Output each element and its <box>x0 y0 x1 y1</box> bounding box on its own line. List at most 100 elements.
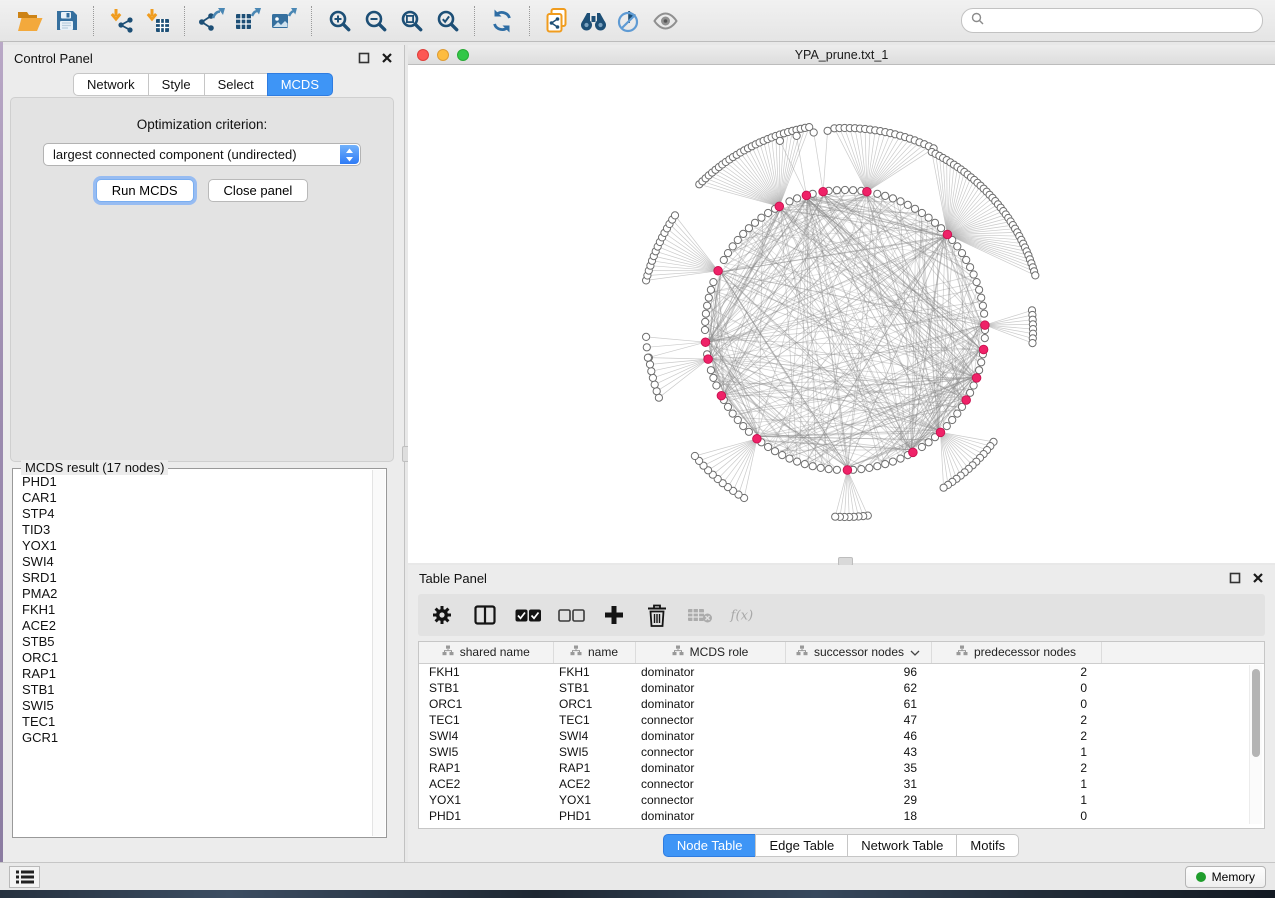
network-node[interactable] <box>771 448 778 455</box>
network-node[interactable] <box>720 256 727 263</box>
network-dominator-node[interactable] <box>972 374 981 383</box>
network-node[interactable] <box>981 310 988 317</box>
network-dominator-node[interactable] <box>843 466 852 475</box>
network-leaf-node[interactable] <box>651 381 658 388</box>
network-node[interactable] <box>786 455 793 462</box>
network-node[interactable] <box>794 195 801 202</box>
network-leaf-node[interactable] <box>643 344 650 351</box>
network-node[interactable] <box>925 439 932 446</box>
network-node[interactable] <box>979 302 986 309</box>
network-node[interactable] <box>705 294 712 301</box>
mcds-result-item[interactable]: ACE2 <box>22 618 372 634</box>
network-leaf-node[interactable] <box>940 484 947 491</box>
table-row[interactable]: ORC1ORC1dominator610 <box>419 696 1264 712</box>
close-table-panel-icon[interactable] <box>1252 572 1264 584</box>
network-node[interactable] <box>701 326 708 333</box>
mcds-result-item[interactable]: STB5 <box>22 634 372 650</box>
network-leaf-node[interactable] <box>649 374 656 381</box>
column-header-name[interactable]: name <box>553 642 635 663</box>
network-node[interactable] <box>729 410 736 417</box>
network-node[interactable] <box>794 458 801 465</box>
table-row[interactable]: FKH1FKH1dominator962 <box>419 663 1264 680</box>
network-node[interactable] <box>850 187 857 194</box>
network-node[interactable] <box>858 466 865 473</box>
network-node[interactable] <box>963 256 970 263</box>
network-node[interactable] <box>978 359 985 366</box>
tab-select[interactable]: Select <box>204 73 268 96</box>
mcds-result-item[interactable]: GCR1 <box>22 730 372 746</box>
column-header-shared-name[interactable]: shared name <box>419 642 553 663</box>
tab-node-table[interactable]: Node Table <box>663 834 757 857</box>
duplicate-network-icon[interactable] <box>539 4 575 38</box>
network-node[interactable] <box>765 209 772 216</box>
network-dominator-node[interactable] <box>981 321 990 330</box>
network-leaf-node[interactable] <box>691 452 698 459</box>
hide-graphics-details-icon[interactable] <box>611 4 647 38</box>
network-leaf-node[interactable] <box>832 513 839 520</box>
table-row[interactable]: YOX1YOX1connector291 <box>419 792 1264 808</box>
mcds-result-item[interactable]: TEC1 <box>22 714 372 730</box>
network-node[interactable] <box>866 464 873 471</box>
table-options-icon[interactable] <box>428 601 456 629</box>
network-node[interactable] <box>779 452 786 459</box>
network-view-canvas[interactable] <box>408 65 1275 563</box>
network-node[interactable] <box>889 195 896 202</box>
mcds-result-item[interactable]: TID3 <box>22 522 372 538</box>
network-node[interactable] <box>740 230 747 237</box>
network-node[interactable] <box>976 286 983 293</box>
network-node[interactable] <box>958 250 965 257</box>
network-node[interactable] <box>973 279 980 286</box>
network-node[interactable] <box>897 455 904 462</box>
delete-column-icon[interactable] <box>643 601 671 629</box>
network-node[interactable] <box>702 310 709 317</box>
network-search[interactable] <box>961 8 1263 33</box>
network-dominator-node[interactable] <box>802 191 811 200</box>
mcds-result-scrollbar[interactable] <box>372 470 385 836</box>
network-node[interactable] <box>918 443 925 450</box>
mcds-result-item[interactable]: RAP1 <box>22 666 372 682</box>
network-node[interactable] <box>978 294 985 301</box>
network-node[interactable] <box>911 205 918 212</box>
network-dominator-node[interactable] <box>704 355 713 364</box>
network-dominator-node[interactable] <box>717 391 726 400</box>
save-session-icon[interactable] <box>48 4 84 38</box>
show-graphics-details-icon[interactable] <box>647 4 683 38</box>
network-node[interactable] <box>702 318 709 325</box>
tab-motifs[interactable]: Motifs <box>956 834 1019 857</box>
refresh-layout-icon[interactable] <box>484 4 520 38</box>
network-node[interactable] <box>833 187 840 194</box>
tab-network-table[interactable]: Network Table <box>847 834 957 857</box>
show-columns-icon[interactable] <box>471 601 499 629</box>
export-table-icon[interactable] <box>230 4 266 38</box>
network-dominator-node[interactable] <box>775 202 784 211</box>
network-node[interactable] <box>751 219 758 226</box>
network-node[interactable] <box>724 250 731 257</box>
maximize-window-icon[interactable] <box>457 49 469 61</box>
network-dominator-node[interactable] <box>979 345 988 354</box>
float-table-panel-icon[interactable] <box>1229 572 1241 584</box>
network-node[interactable] <box>729 243 736 250</box>
mcds-result-item[interactable]: PMA2 <box>22 586 372 602</box>
network-node[interactable] <box>841 186 848 193</box>
column-header-predecessor-nodes[interactable]: predecessor nodes <box>931 642 1101 663</box>
add-column-icon[interactable] <box>600 601 628 629</box>
table-scrollbar-thumb[interactable] <box>1252 669 1260 757</box>
mcds-result-item[interactable]: STB1 <box>22 682 372 698</box>
network-node[interactable] <box>889 458 896 465</box>
network-node[interactable] <box>745 428 752 435</box>
memory-button[interactable]: Memory <box>1185 866 1266 888</box>
close-panel-icon[interactable] <box>381 52 393 64</box>
network-node[interactable] <box>943 423 950 430</box>
network-node[interactable] <box>970 382 977 389</box>
network-node[interactable] <box>707 367 714 374</box>
network-leaf-node[interactable] <box>648 368 655 375</box>
network-leaf-node[interactable] <box>824 127 831 134</box>
table-row[interactable]: RAP1RAP1dominator352 <box>419 760 1264 776</box>
network-node[interactable] <box>765 443 772 450</box>
open-file-icon[interactable] <box>12 4 48 38</box>
zoom-out-icon[interactable] <box>357 4 393 38</box>
network-leaf-node[interactable] <box>1029 340 1036 347</box>
network-leaf-node[interactable] <box>810 129 817 136</box>
mcds-result-item[interactable]: SWI5 <box>22 698 372 714</box>
network-node[interactable] <box>874 190 881 197</box>
